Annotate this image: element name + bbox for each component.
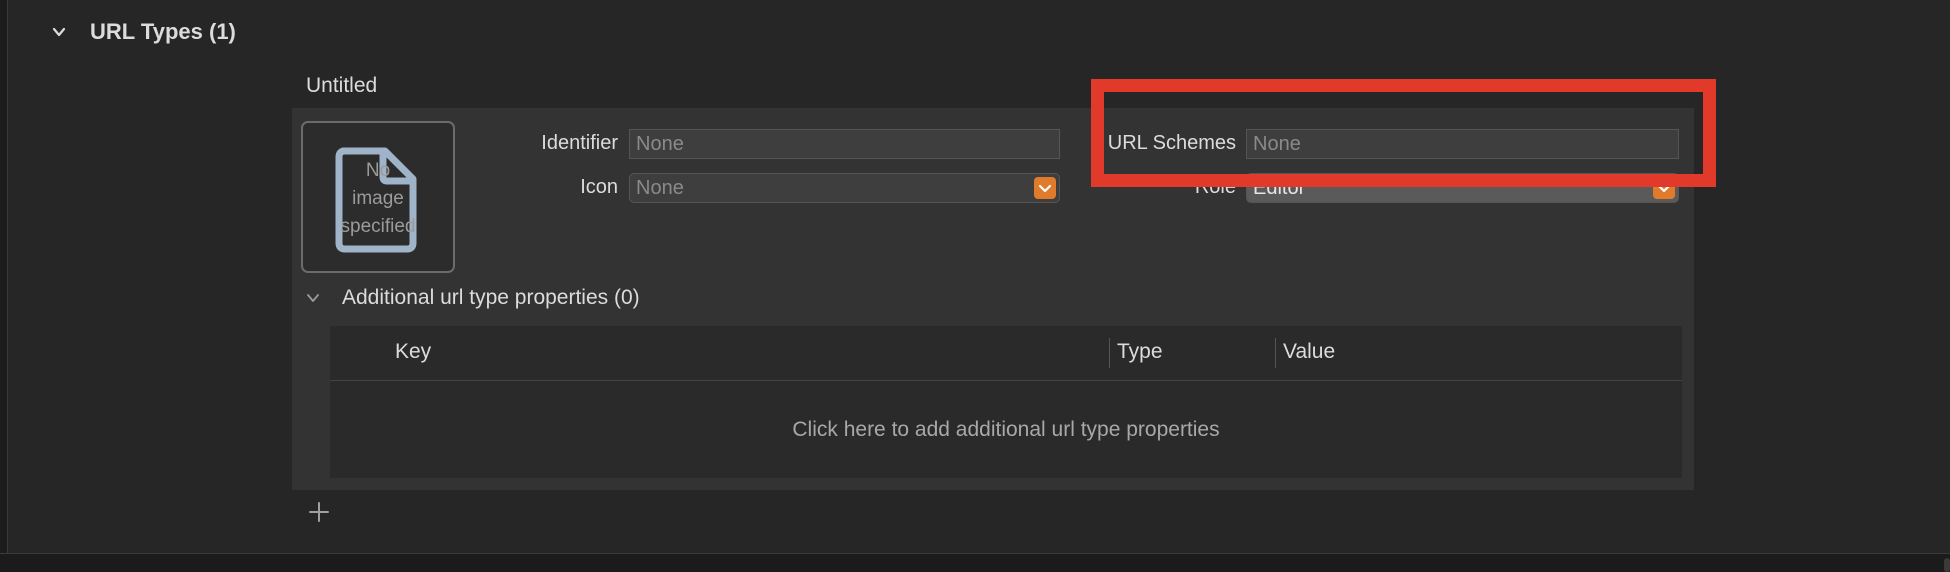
bottom-bar — [0, 553, 1950, 572]
section-title: URL Types (1) — [90, 19, 236, 44]
scroll-knob[interactable] — [1944, 558, 1950, 572]
url-types-section-header[interactable]: URL Types (1) — [52, 14, 236, 50]
icon-popup-value: None — [636, 177, 684, 199]
url-type-entry-title: Untitled — [306, 74, 378, 97]
column-divider[interactable] — [1109, 338, 1110, 368]
additional-properties-header[interactable]: Additional url type properties (0) — [306, 282, 640, 314]
identifier-field[interactable]: None — [629, 129, 1060, 159]
icon-popup[interactable]: None — [629, 173, 1060, 203]
chevron-down-icon[interactable] — [306, 291, 320, 305]
icon-label: Icon — [580, 176, 618, 198]
column-divider[interactable] — [1275, 338, 1276, 368]
popup-chevron-icon — [1034, 177, 1056, 199]
additional-properties-title: Additional url type properties (0) — [342, 286, 640, 309]
identifier-label: Identifier — [541, 132, 618, 154]
column-type[interactable]: Type — [1117, 340, 1163, 364]
plus-icon[interactable] — [307, 500, 331, 524]
add-properties-prompt[interactable]: Click here to add additional url type pr… — [330, 418, 1682, 442]
column-key[interactable]: Key — [395, 340, 431, 364]
left-border — [0, 0, 8, 572]
annotation-highlight-box — [1091, 79, 1716, 187]
table-header: Key Type Value — [330, 326, 1682, 381]
no-image-label: No image specified — [340, 160, 416, 237]
image-well[interactable]: No image specified — [301, 121, 455, 273]
additional-properties-table[interactable]: Key Type Value Click here to add additio… — [330, 326, 1682, 478]
column-value[interactable]: Value — [1283, 340, 1335, 364]
chevron-down-icon[interactable] — [52, 25, 66, 39]
